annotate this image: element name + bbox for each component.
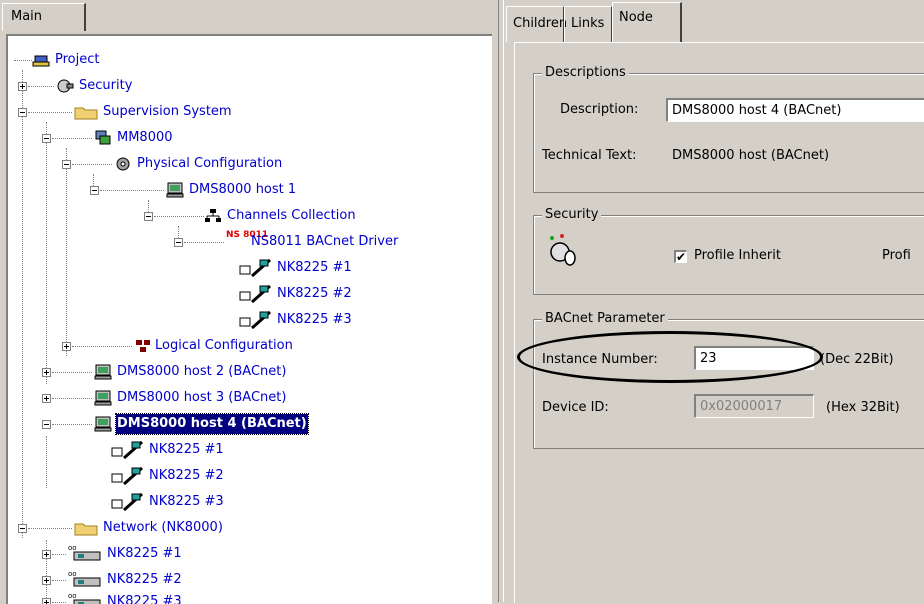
description-field[interactable]: DMS8000 host 4 (BACnet)	[666, 98, 924, 122]
tab-node[interactable]: Node	[612, 2, 682, 42]
project-icon	[32, 55, 50, 67]
collapse-toggle[interactable]	[42, 420, 51, 429]
device-id-label: Device ID:	[542, 400, 609, 415]
key-icon	[550, 234, 576, 266]
logical-config-icon	[136, 340, 150, 352]
nk-device-icon	[239, 258, 271, 278]
channels-icon	[205, 209, 221, 222]
expand-toggle[interactable]	[42, 394, 51, 403]
mm8000-icon	[95, 130, 111, 145]
bacnet-parameter-title: BACnet Parameter	[542, 311, 668, 326]
tab-children[interactable]: Children	[506, 6, 567, 42]
tab-links[interactable]: Links	[564, 6, 612, 42]
nk-device-icon	[111, 466, 143, 486]
nk-device-icon	[111, 492, 143, 512]
physical-config-icon	[116, 157, 130, 171]
instance-number-hint: (Dec 22Bit)	[820, 352, 894, 367]
computer-icon	[166, 182, 184, 198]
nk-device-icon	[239, 284, 271, 304]
descriptions-title: Descriptions	[542, 65, 629, 80]
device-id-field: 0x02000017	[694, 394, 814, 418]
security-group: Security ✔ Profile Inherit Profi	[533, 207, 924, 295]
technical-text-value: DMS8000 host (BACnet)	[672, 148, 830, 163]
network-device-icon: oo	[68, 570, 101, 587]
properties-pane: Children Links Node Descriptions Descrip…	[504, 0, 924, 603]
collapse-toggle[interactable]	[90, 186, 99, 195]
expand-toggle[interactable]	[42, 550, 51, 559]
expand-toggle[interactable]	[62, 342, 71, 351]
collapse-toggle[interactable]	[62, 160, 71, 169]
descriptions-group: Descriptions Description: DMS8000 host 4…	[533, 65, 924, 193]
highlight-ellipse	[517, 331, 823, 383]
profile-inherit-checkbox[interactable]: ✔	[674, 250, 687, 263]
network-device-icon: oo	[68, 544, 101, 561]
nk-device-icon	[239, 310, 271, 330]
computer-icon	[94, 390, 112, 406]
device-id-hint: (Hex 32Bit)	[826, 400, 900, 415]
description-label: Description:	[560, 102, 639, 117]
expand-toggle[interactable]	[42, 576, 51, 585]
svg-text:oo: oo	[68, 570, 77, 578]
collapse-toggle[interactable]	[144, 212, 153, 221]
folder-icon	[74, 107, 98, 120]
tab-main[interactable]: Main	[2, 3, 86, 31]
technical-text-label: Technical Text:	[542, 148, 637, 163]
expand-toggle[interactable]	[42, 598, 51, 604]
profile-label: Profi	[882, 248, 911, 263]
collapse-toggle[interactable]	[42, 134, 51, 143]
computer-icon	[94, 364, 112, 380]
nk-device-icon	[111, 440, 143, 460]
collapse-toggle[interactable]	[18, 108, 27, 117]
folder-icon	[74, 523, 98, 536]
svg-text:oo: oo	[68, 544, 77, 552]
tree-line	[66, 148, 68, 356]
expand-toggle[interactable]	[18, 82, 27, 91]
collapse-toggle[interactable]	[18, 524, 27, 533]
security-title: Security	[542, 207, 602, 222]
node-tab-page: Descriptions Description: DMS8000 host 4…	[514, 42, 924, 603]
tree-line	[46, 436, 48, 488]
tree-line	[46, 122, 48, 384]
network-device-icon: oo	[68, 592, 101, 604]
collapse-toggle[interactable]	[174, 238, 183, 247]
profile-inherit-label: Profile Inherit	[694, 248, 781, 263]
expand-toggle[interactable]	[42, 368, 51, 377]
ns8011-icon: NS 8011	[226, 230, 269, 240]
project-tree-pane: Main Project Security Supervision System…	[0, 0, 498, 604]
computer-icon	[94, 416, 112, 432]
project-tree[interactable]: Project Security Supervision System MM80…	[6, 34, 492, 604]
tree-line	[22, 70, 24, 538]
svg-text:oo: oo	[68, 592, 77, 600]
security-icon	[57, 79, 74, 93]
